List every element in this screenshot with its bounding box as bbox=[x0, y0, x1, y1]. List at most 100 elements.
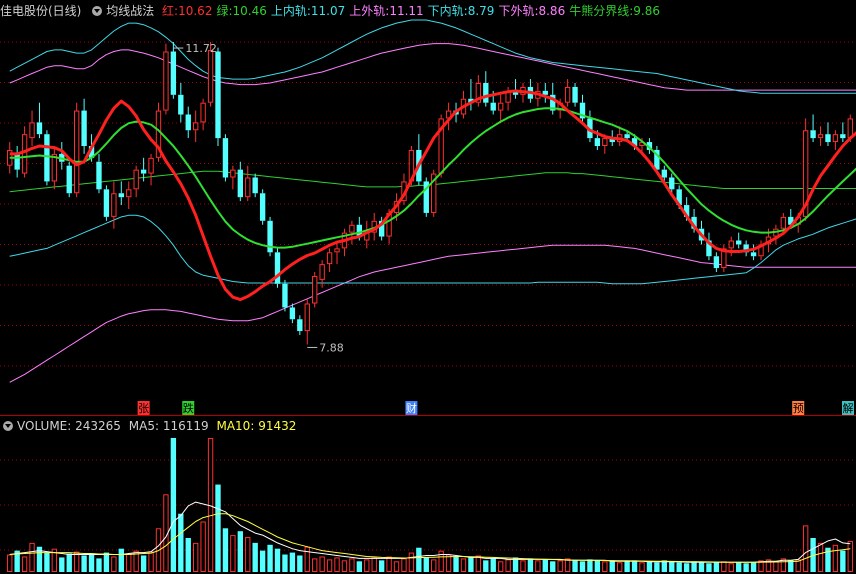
candle-body bbox=[118, 193, 124, 198]
volume-bar bbox=[215, 484, 221, 572]
volume-bar bbox=[237, 531, 243, 572]
volume-bar bbox=[706, 563, 712, 572]
volume-bar bbox=[245, 537, 251, 572]
volume-bar bbox=[416, 547, 422, 572]
volume-bar bbox=[230, 535, 236, 572]
high-price-label: 11.72 bbox=[185, 42, 217, 55]
volume-bar bbox=[840, 550, 846, 572]
event-marker-text: 财 bbox=[406, 401, 417, 415]
volume-bar bbox=[676, 562, 682, 572]
volume-bar bbox=[691, 561, 697, 572]
volume-bar bbox=[103, 552, 110, 572]
volume-bar bbox=[274, 548, 281, 572]
volume-bar bbox=[393, 561, 400, 572]
candle-body bbox=[178, 94, 184, 115]
volume-bar bbox=[282, 554, 288, 572]
volume-bar bbox=[66, 553, 72, 572]
volume-bar bbox=[73, 551, 80, 572]
price-volume-chart[interactable]: 11.72 7.88 张 跌 财 预 解 bbox=[0, 0, 856, 574]
candle-body bbox=[148, 157, 154, 174]
candle-body bbox=[81, 110, 87, 146]
volume-bar bbox=[88, 554, 95, 572]
candle-body bbox=[36, 122, 43, 135]
candle-body bbox=[230, 169, 236, 178]
candle-body bbox=[750, 252, 757, 257]
volume-bar bbox=[378, 560, 385, 572]
candle-body bbox=[163, 51, 169, 111]
candle-body bbox=[29, 122, 35, 139]
candle-body bbox=[661, 169, 667, 178]
candle-body bbox=[215, 51, 221, 139]
candle-body bbox=[200, 102, 206, 123]
volume-bar bbox=[222, 528, 229, 572]
candle-body bbox=[170, 51, 177, 95]
volume-bar bbox=[148, 551, 154, 572]
candle-body bbox=[289, 307, 296, 320]
volume-bar bbox=[698, 562, 705, 572]
candle-body bbox=[245, 177, 251, 198]
volume-bar bbox=[602, 561, 608, 572]
volume-bar bbox=[140, 555, 147, 572]
candle-body bbox=[847, 118, 853, 139]
candle-body bbox=[817, 134, 824, 139]
volume-bar bbox=[364, 559, 370, 572]
volume-bar bbox=[505, 559, 511, 572]
candle-body bbox=[602, 138, 608, 146]
volume-bar bbox=[646, 561, 653, 572]
candle-body bbox=[51, 153, 58, 182]
volume-bar bbox=[185, 538, 191, 572]
volume-bar bbox=[535, 560, 541, 572]
volume-bar bbox=[431, 559, 437, 572]
volume-bar bbox=[475, 555, 482, 573]
volume-bar bbox=[572, 560, 578, 572]
volume-bar bbox=[497, 561, 504, 572]
volume-bar bbox=[639, 562, 645, 572]
volume-bar bbox=[817, 542, 824, 572]
candle-body bbox=[126, 189, 132, 198]
volume-bar bbox=[669, 561, 675, 572]
candle-body bbox=[304, 303, 310, 332]
candle-body bbox=[594, 138, 601, 146]
volume-bar bbox=[468, 557, 474, 572]
candle-body bbox=[624, 134, 630, 139]
candle-body bbox=[207, 49, 214, 103]
volume-bar bbox=[847, 540, 853, 573]
candle-body bbox=[832, 134, 839, 143]
event-marker-text: 预 bbox=[793, 402, 804, 415]
candle-body bbox=[193, 122, 199, 131]
lower-inner-band-line bbox=[9, 214, 856, 285]
volume-bar bbox=[193, 542, 199, 572]
candle-body bbox=[736, 240, 742, 245]
volume-bar bbox=[200, 521, 206, 573]
volume-bar bbox=[483, 560, 489, 572]
event-marker-text: 张 bbox=[138, 402, 149, 415]
volume-bar bbox=[118, 548, 124, 572]
chart-window: { "header": { "stock_name": "佳电股份(日线)", … bbox=[0, 0, 856, 574]
volume-bar bbox=[304, 546, 310, 573]
volume-bar bbox=[624, 561, 630, 572]
event-marker-text: 跌 bbox=[183, 401, 194, 415]
candle-body bbox=[483, 83, 489, 103]
candle-body bbox=[14, 153, 20, 170]
candle-body bbox=[66, 165, 72, 194]
candle-body bbox=[840, 134, 846, 139]
candle-body bbox=[319, 264, 325, 280]
volume-bar bbox=[59, 557, 65, 572]
candle-body bbox=[780, 216, 787, 229]
volume-bar bbox=[289, 552, 296, 572]
candle-body bbox=[133, 169, 139, 190]
volume-bar bbox=[542, 559, 548, 572]
candle-body bbox=[326, 252, 333, 265]
lower-outer-band-line bbox=[9, 244, 856, 383]
volume-bar bbox=[349, 558, 355, 573]
volume-bar bbox=[557, 560, 563, 572]
volume-bar bbox=[423, 557, 429, 572]
volume-bar bbox=[371, 557, 377, 573]
candle-body bbox=[103, 189, 110, 217]
candle-body bbox=[334, 248, 340, 253]
candle-body bbox=[312, 275, 318, 304]
candle-body bbox=[21, 134, 28, 174]
candle-body bbox=[564, 86, 571, 103]
candle-body bbox=[282, 283, 288, 308]
candle-body bbox=[825, 134, 831, 143]
